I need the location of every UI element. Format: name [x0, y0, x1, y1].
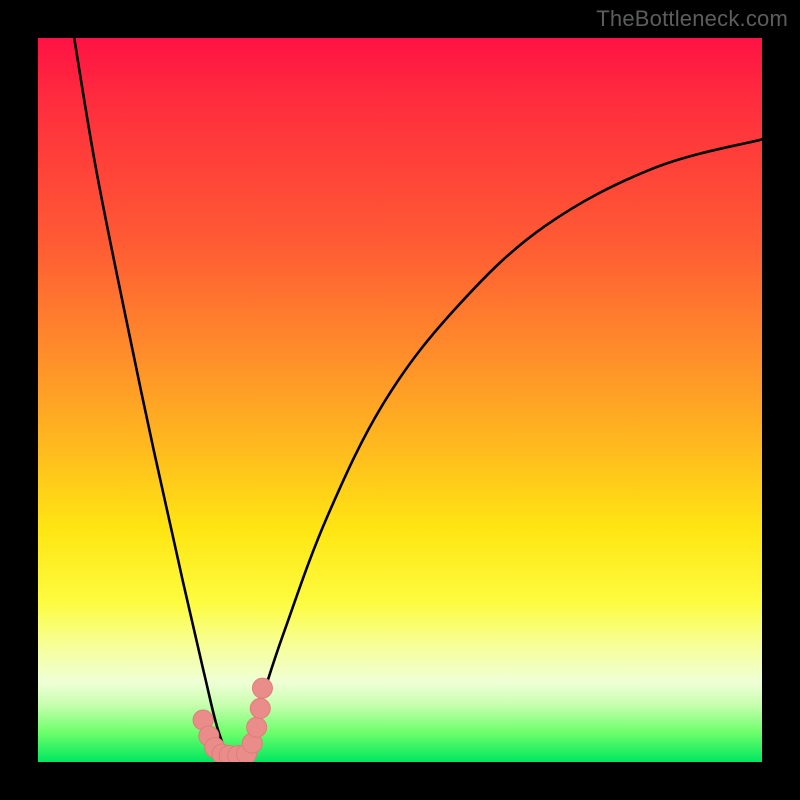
marker-dot [252, 678, 272, 698]
highlight-markers [193, 678, 272, 762]
plot-area [38, 38, 762, 762]
chart-frame: TheBottleneck.com [0, 0, 800, 800]
marker-dot [247, 717, 267, 737]
curve-path [74, 38, 762, 762]
chart-svg [38, 38, 762, 762]
watermark-text: TheBottleneck.com [596, 6, 788, 32]
bottleneck-curve [74, 38, 762, 762]
marker-dot [250, 698, 270, 718]
